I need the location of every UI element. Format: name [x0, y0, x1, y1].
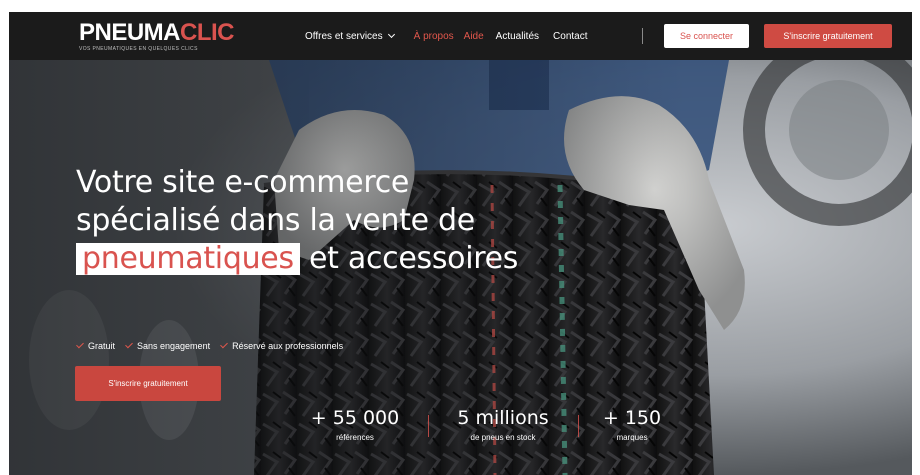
stat-references: + 55 000 références: [305, 407, 405, 442]
stat-value: + 55 000: [310, 407, 400, 429]
logo-part-1: PNEUMA: [79, 19, 181, 46]
benefit-label: Gratuit: [88, 341, 116, 351]
nav-offres-services[interactable]: Offres et services: [305, 30, 395, 42]
brand-logo[interactable]: PNEUMACLIC Vos pneumatiques en quelques …: [79, 19, 235, 53]
logo-part-2: CLIC: [180, 19, 235, 46]
stat-label: de pneus en stock: [470, 433, 536, 442]
hero-title: Votre site e-commerce spécialisé dans la…: [76, 164, 518, 278]
hero-title-line-3-rest: et accessoires: [299, 241, 519, 276]
benefit-label: Réservé aux professionnels: [232, 341, 344, 351]
stat-divider: [578, 415, 579, 437]
stat-stock: 5 millions de pneus en stock: [443, 407, 563, 442]
nav-offres-label: Offres et services: [305, 30, 383, 42]
benefit-item: Gratuit: [76, 340, 116, 351]
chevron-down-icon: [387, 30, 395, 39]
check-icon: [125, 340, 133, 349]
top-navbar: PNEUMACLIC Vos pneumatiques en quelques …: [9, 12, 912, 60]
hero-title-line-2: spécialisé dans la vente de: [76, 203, 475, 238]
hero-section: Votre site e-commerce spécialisé dans la…: [9, 60, 912, 475]
stat-value: + 150: [602, 407, 662, 429]
check-icon: [220, 340, 228, 349]
benefit-item: Réservé aux professionnels: [220, 340, 344, 351]
check-icon: [76, 340, 84, 349]
hero-title-line-1: Votre site e-commerce: [76, 165, 410, 200]
login-button[interactable]: Se connecter: [664, 24, 749, 48]
nav-contact[interactable]: Contact: [553, 31, 587, 42]
page-frame: PNEUMACLIC Vos pneumatiques en quelques …: [9, 12, 912, 475]
logo-tagline: Vos pneumatiques en quelques clics: [79, 46, 198, 52]
hero-title-line-3: pneumatiques et accessoires: [76, 240, 518, 278]
stat-label: marques: [616, 433, 648, 442]
stat-divider: [428, 415, 429, 437]
hero-benefits: Gratuit Sans engagement Réservé aux prof…: [76, 340, 353, 351]
stat-label: références: [336, 433, 374, 442]
signup-button-hero[interactable]: S'inscrire gratuitement: [75, 366, 221, 401]
benefit-label: Sans engagement: [137, 341, 211, 351]
hero-title-highlight: pneumatiques: [76, 243, 300, 275]
stat-brands: + 150 marques: [587, 407, 677, 442]
signup-button-header[interactable]: S'inscrire gratuitement: [764, 24, 892, 48]
nav-divider: [642, 28, 643, 44]
benefit-item: Sans engagement: [125, 340, 211, 351]
nav-a-propos[interactable]: À propos: [414, 31, 454, 42]
logo-wordmark: PNEUMACLIC: [79, 19, 235, 46]
nav-actualites[interactable]: Actualités: [496, 31, 539, 42]
nav-aide[interactable]: Aide: [464, 31, 484, 42]
main-menu: Offres et services À propos Aide Actuali…: [305, 12, 588, 60]
stat-value: 5 millions: [457, 407, 549, 429]
